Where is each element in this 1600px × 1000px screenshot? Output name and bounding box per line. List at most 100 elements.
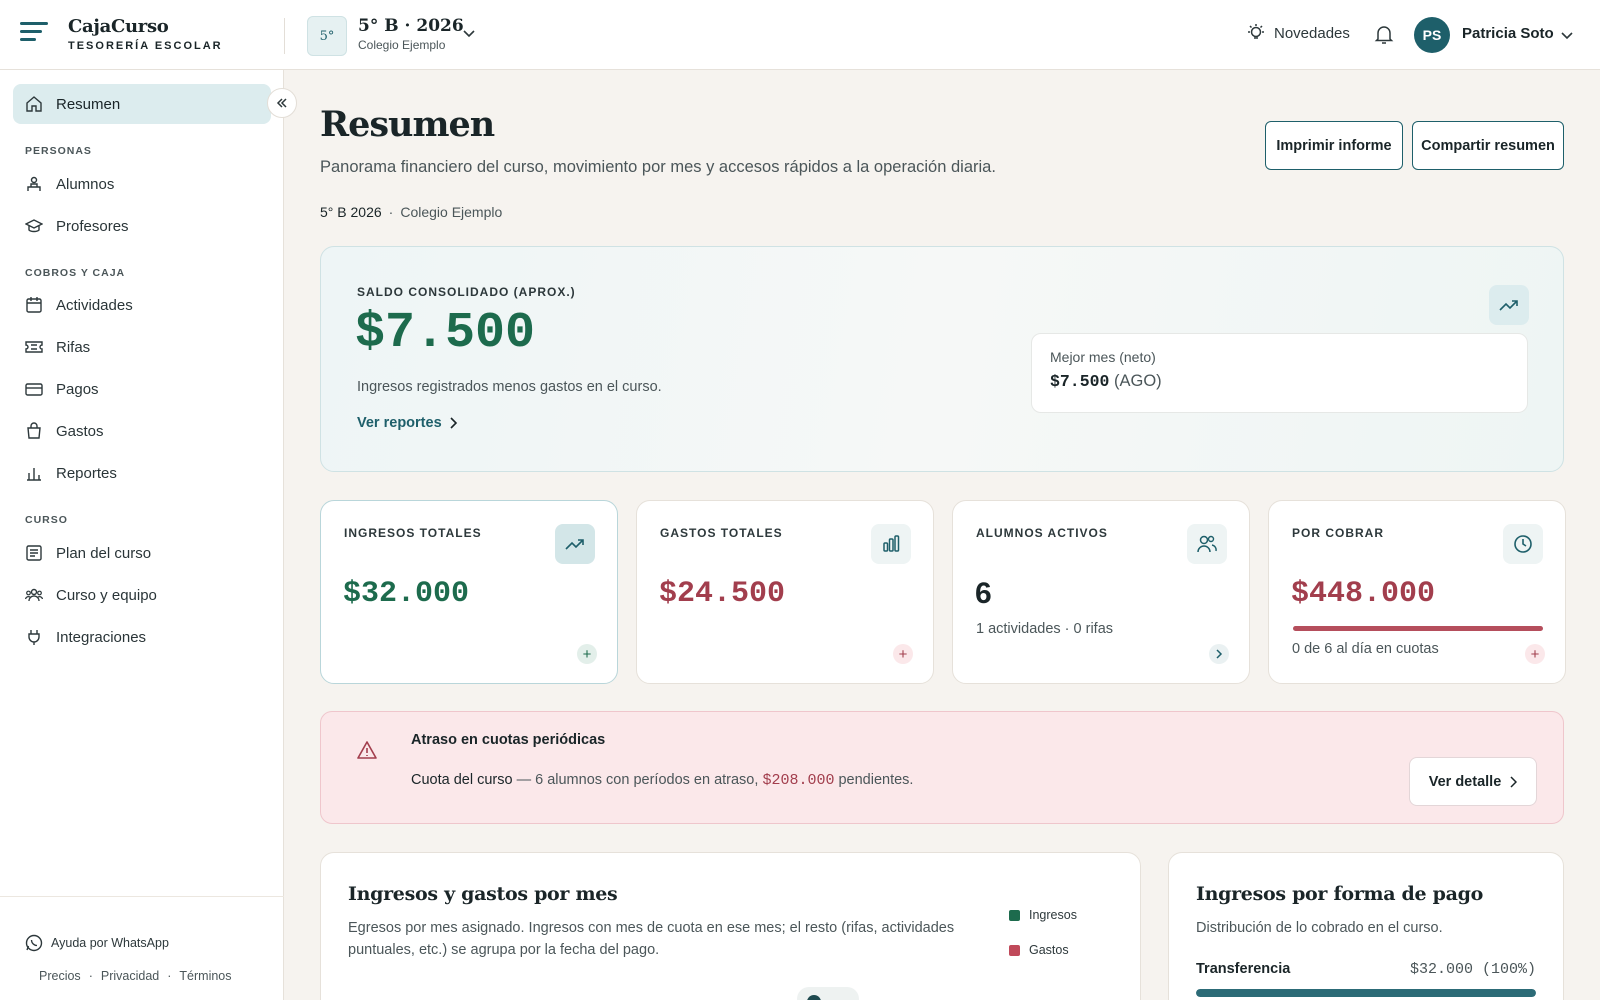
collapse-sidebar-button[interactable] <box>267 88 297 118</box>
stat-card-gastos[interactable]: GASTOS TOTALES $24.500 + <box>636 500 934 684</box>
balance-description: Ingresos registrados menos gastos en el … <box>357 379 662 395</box>
chevron-right-icon[interactable] <box>1209 644 1229 664</box>
legend-gastos: Gastos <box>1009 943 1069 957</box>
student-icon <box>27 176 41 191</box>
footer-links: Precios · Privacidad · Términos <box>39 969 232 983</box>
balance-card: SALDO CONSOLIDADO (APROX.) $7.500 Ingres… <box>320 246 1564 472</box>
trend-up-icon <box>1489 285 1529 325</box>
collection-progress-bar <box>1293 626 1543 631</box>
view-detail-button[interactable]: Ver detalle <box>1409 757 1537 806</box>
nav-section-cobros: COBROS Y CAJA <box>25 267 126 279</box>
monthly-chart-panel: Ingresos y gastos por mes Egresos por me… <box>320 852 1141 1000</box>
stat-subtitle: 0 de 6 al día en cuotas <box>1292 641 1439 657</box>
sidebar-item-label: Actividades <box>56 296 133 314</box>
brand-name: CajaCurso <box>68 16 169 37</box>
course-school: Colegio Ejemplo <box>358 38 446 52</box>
footer-link-terminos[interactable]: Términos <box>179 969 231 983</box>
credit-card-icon <box>25 383 43 396</box>
footer-separator: · <box>167 969 172 983</box>
sidebar-item-label: Alumnos <box>56 175 115 193</box>
brand[interactable]: CajaCurso TESORERÍA ESCOLAR <box>68 16 223 52</box>
novedades-button[interactable]: Novedades <box>1246 23 1350 43</box>
sidebar-item-actividades[interactable]: Actividades <box>13 285 271 325</box>
bell-icon[interactable] <box>1372 22 1396 46</box>
sidebar-item-rifas[interactable]: Rifas <box>13 327 271 367</box>
meta-school: Colegio Ejemplo <box>400 204 503 220</box>
sidebar: Resumen PERSONAS Alumnos Profesores COBR… <box>0 70 284 1000</box>
meta-separator: · <box>388 204 394 220</box>
whatsapp-label: Ayuda por WhatsApp <box>51 936 169 950</box>
sidebar-item-label: Integraciones <box>56 628 147 646</box>
progress-fill <box>1293 626 1543 631</box>
lightbulb-icon <box>1248 24 1264 39</box>
sidebar-item-profesores[interactable]: Profesores <box>13 206 271 246</box>
view-reports-label: Ver reportes <box>357 415 442 431</box>
legend-label: Gastos <box>1029 943 1069 957</box>
panel-description: Egresos por mes asignado. Ingresos con m… <box>348 920 955 958</box>
best-month-period: (AGO) <box>1114 372 1162 390</box>
alert-body: Cuota del curso — 6 alumnos con períodos… <box>411 772 913 789</box>
add-cobro-button[interactable]: + <box>1525 644 1545 664</box>
best-month-label: Mejor mes (neto) <box>1050 349 1156 365</box>
sidebar-item-plan[interactable]: Plan del curso <box>13 533 271 573</box>
trend-up-icon <box>555 524 595 564</box>
stat-card-ingresos[interactable]: INGRESOS TOTALES $32.000 + <box>320 500 618 684</box>
alert-strong: Cuota del curso <box>411 772 513 788</box>
sidebar-item-pagos[interactable]: Pagos <box>13 369 271 409</box>
sidebar-item-label: Pagos <box>56 380 99 398</box>
legend-label: Ingresos <box>1029 908 1077 922</box>
header-divider <box>284 18 285 54</box>
bar-chart-icon <box>27 468 41 481</box>
footer-link-privacidad[interactable]: Privacidad <box>101 969 159 983</box>
view-reports-link[interactable]: Ver reportes <box>357 415 458 431</box>
meta-course: 5° B 2026 <box>320 204 382 220</box>
avatar[interactable]: PS <box>1414 17 1450 53</box>
chevron-right-icon <box>450 417 457 429</box>
home-icon <box>26 96 42 112</box>
chevron-down-icon[interactable] <box>1560 28 1574 42</box>
brand-subtitle: TESORERÍA ESCOLAR <box>68 40 223 52</box>
stat-value: 6 <box>975 577 992 610</box>
share-summary-button[interactable]: Compartir resumen <box>1412 121 1564 170</box>
sidebar-item-gastos[interactable]: Gastos <box>13 411 271 451</box>
whatsapp-help-link[interactable]: Ayuda por WhatsApp <box>25 934 169 952</box>
payment-bar-fill <box>1196 989 1536 997</box>
sidebar-item-label: Gastos <box>56 422 104 440</box>
balance-value: $7.500 <box>355 305 536 362</box>
stat-card-alumnos[interactable]: ALUMNOS ACTIVOS 6 1 actividades · 0 rifa… <box>952 500 1250 684</box>
shopping-bag-icon <box>27 422 41 439</box>
calendar-icon <box>26 297 42 313</box>
course-badge[interactable]: 5° <box>307 16 347 56</box>
nav-section-curso: CURSO <box>25 514 68 526</box>
sidebar-item-resumen[interactable]: Resumen <box>13 84 271 124</box>
legend-swatch <box>1009 909 1020 921</box>
add-gasto-button[interactable]: + <box>893 644 913 664</box>
menu-icon[interactable] <box>20 22 48 44</box>
ticket-icon <box>25 341 43 353</box>
sidebar-item-alumnos[interactable]: Alumnos <box>13 164 271 204</box>
balance-label: SALDO CONSOLIDADO (APROX.) <box>357 285 576 299</box>
page-title: Resumen <box>320 104 495 145</box>
sidebar-item-equipo[interactable]: Curso y equipo <box>13 575 271 615</box>
sidebar-item-integraciones[interactable]: Integraciones <box>13 617 271 657</box>
chevron-right-icon <box>1510 775 1518 788</box>
chart-toggle[interactable] <box>797 987 859 1000</box>
alert-text: — 6 alumnos con períodos en atraso, <box>512 772 763 788</box>
novedades-label: Novedades <box>1274 24 1350 42</box>
sidebar-item-label: Resumen <box>56 95 121 113</box>
footer-link-precios[interactable]: Precios <box>39 969 81 983</box>
sidebar-item-reportes[interactable]: Reportes <box>13 453 271 493</box>
stat-label: GASTOS TOTALES <box>660 526 783 540</box>
stat-value: $448.000 <box>1291 577 1436 611</box>
sidebar-item-label: Reportes <box>56 464 117 482</box>
panel-title: Ingresos y gastos por mes <box>348 883 618 905</box>
course-title[interactable]: 5° B · 2026 <box>358 16 464 36</box>
panel-title: Ingresos por forma de pago <box>1196 883 1483 905</box>
add-ingreso-button[interactable]: + <box>577 644 597 664</box>
page-meta: 5° B 2026 · Colegio Ejemplo <box>320 204 502 220</box>
stat-value: $24.500 <box>659 577 786 611</box>
user-name[interactable]: Patricia Soto <box>1462 25 1554 42</box>
print-report-button[interactable]: Imprimir informe <box>1265 121 1403 170</box>
stat-card-por-cobrar[interactable]: POR COBRAR $448.000 0 de 6 al día en cuo… <box>1268 500 1566 684</box>
chevron-down-icon[interactable] <box>462 26 476 40</box>
